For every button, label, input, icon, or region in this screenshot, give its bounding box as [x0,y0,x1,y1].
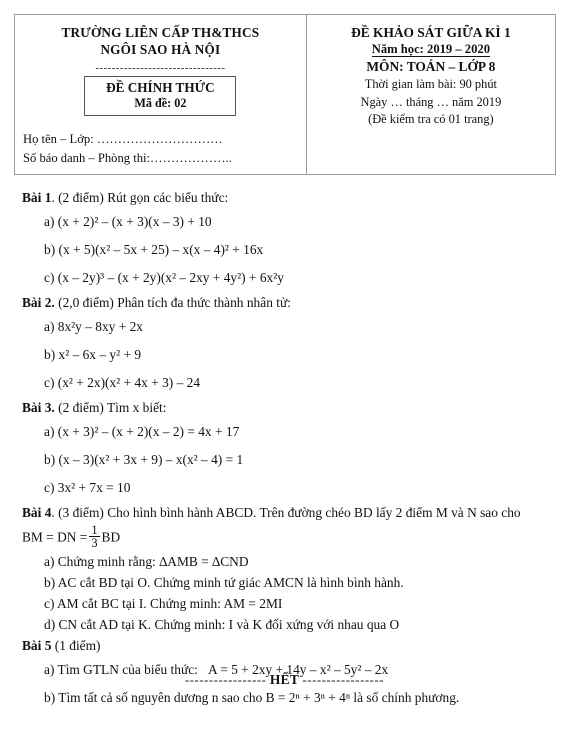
header-dashed-rule: -------------------------------- [95,62,226,74]
problem-3-prompt: Tìm x biết: [106,400,167,415]
problem-2-points: (2,0 điểm) [58,295,114,310]
problem-2-heading: Bài 2. (2,0 điểm) Phân tích đa thức thàn… [22,293,558,312]
problem-5-points: (1 điểm) [54,637,101,653]
problem-2-item-a: a) 8x²y – 8xy + 2x [22,314,558,340]
problem-2-prompt: Phân tích đa thức thành nhân tử: [117,295,291,310]
problem-5-b-expression: B = 2ⁿ + 3ⁿ + 4ⁿ [265,689,351,705]
problem-3-item-b: b) (x – 3)(x² + 3x + 9) – x(x² – 4) = 1 [22,447,558,473]
student-info-block: Họ tên – Lớp: ………………………… Số báo danh – P… [15,116,306,174]
exam-duration: Thời gian làm bài: 90 phút [364,77,497,91]
problem-1-a-marker: a) [44,214,55,229]
problem-5-item-b: b) Tìm tất cả số nguyên dương n sao cho … [22,685,558,711]
exam-page: TRƯỜNG LIÊN CẤP TH&THCS NGÔI SAO HÀ NỘI … [0,0,569,756]
exam-date: Ngày … tháng … năm 2019 [360,94,502,109]
problem-2-a-expression: 8x²y – 8xy + 2x [57,319,143,334]
problem-1-item-b: b) (x + 5)(x² – 5x + 25) – x(x – 4)² + 1… [22,237,558,263]
problem-1-heading: Bài 1. (2 điểm) Rút gọn các biểu thức: [22,188,558,207]
problem-3-c-expression: 3x² + 7x = 10 [57,480,131,495]
fraction-numerator: 1 [91,523,98,537]
problem-4-prompt: Cho hình bình hành ABCD. Trên đường chéo… [107,505,521,520]
problem-4-condition-prefix: BM = DN = [22,529,88,545]
exam-pages-note: (Đề kiểm tra có 01 trang) [368,112,494,126]
problem-1-a-expression: (x + 2)² – (x + 3)(x – 3) + 10 [57,214,212,229]
problem-3-label: Bài 3. [22,400,55,415]
problem-4-points: . (3 điểm) [51,505,104,520]
problem-4-item-a: a) Chứng minh rằng: ∆AMB = ∆CND [44,553,249,569]
header-right-cell: ĐỀ KHẢO SÁT GIỮA KÌ 1 Năm học: 2019 – 20… [305,14,557,175]
problem-3-b-expression: (x – 3)(x² + 3x + 9) – x(x² – 4) = 1 [58,452,244,467]
header-left-cell: TRƯỜNG LIÊN CẤP TH&THCS NGÔI SAO HÀ NỘI … [14,14,307,175]
problem-4-condition-suffix: BD [101,529,121,545]
official-exam-box: ĐỀ CHÍNH THỨC Mã đề: 02 [84,76,237,116]
problem-4-label: Bài 4 [22,505,52,520]
problem-1-prompt: Rút gọn các biểu thức: [107,190,229,205]
problem-1-c-marker: c) [44,270,55,285]
school-year-text: Năm học: 2019 – 2020 [371,42,490,57]
problem-4-item-c: c) AM cắt BC tại I. Chứng minh: AM = 2MI [44,595,283,611]
problem-1-item-a: a) (x + 2)² – (x + 3)(x – 3) + 10 [22,209,558,235]
problem-3-points: (2 điểm) [58,400,104,415]
problem-2-a-marker: a) [44,319,55,334]
problem-4-item-d: d) CN cắt AD tại K. Chứng minh: I và K đ… [44,616,400,632]
problem-1-c-expression: (x – 2y)³ – (x + 2y)(x² – 2xy + 4y²) + 6… [57,270,284,285]
problem-2-item-c: c) (x² + 2x)(x² + 4x + 3) – 24 [22,370,558,396]
exam-footer: ----------------- HẾT ----------------- [0,672,569,688]
problem-2-b-expression: x² – 6x – y² + 9 [58,347,142,362]
problem-3-c-marker: c) [44,480,55,495]
problem-5-b-text-post: là số chính phương. [353,689,460,705]
footer-het-label: HẾT [269,672,300,687]
problem-5-b-text-pre: Tìm tất cả số nguyên dương n sao cho [58,689,263,705]
problem-5-heading: Bài 5 (1 điểm) [22,636,558,655]
problem-3-a-expression: (x + 3)² – (x + 2)(x – 2) = 4x + 17 [57,424,240,439]
exam-title: ĐỀ KHẢO SÁT GIỮA KÌ 1 [351,25,511,40]
exam-code: Mã đề: 02 [134,96,187,110]
problem-4-heading: Bài 4. (3 điểm) Cho hình bình hành ABCD.… [22,503,558,522]
exam-body: Bài 1. (2 điểm) Rút gọn các biểu thức: a… [22,188,558,713]
problem-4-condition: BM = DN = 1 3 BD [22,524,558,550]
fraction-one-third: 13 [89,523,100,551]
fraction-denominator: 3 [89,536,100,551]
school-year: Năm học: 2019 – 2020 [307,41,555,58]
problem-2-label: Bài 2. [22,295,55,310]
problem-1-b-expression: (x + 5)(x² – 5x + 25) – x(x – 4)² + 16x [58,242,264,257]
exam-header-table: TRƯỜNG LIÊN CẤP TH&THCS NGÔI SAO HÀ NỘI … [14,14,557,175]
problem-1-label: Bài 1 [22,190,52,205]
problem-2-c-expression: (x² + 2x)(x² + 4x + 3) – 24 [57,375,201,390]
problem-5-b-marker: b) [44,689,56,705]
problem-2-c-marker: c) [44,375,55,390]
exam-subject: MÔN: TOÁN – LỚP 8 [366,59,496,74]
problem-1-b-marker: b) [44,242,56,257]
footer-left-dashes: ----------------- [184,673,267,687]
student-id-field[interactable]: Số báo danh – Phòng thi:……………….. [23,149,306,168]
problem-5-label: Bài 5 [22,637,52,653]
problem-3-item-a: a) (x + 3)² – (x + 2)(x – 2) = 4x + 17 [22,419,558,445]
problem-3-b-marker: b) [44,452,56,467]
footer-right-dashes: ----------------- [302,673,385,687]
school-name-line2: NGÔI SAO HÀ NỘI [100,42,221,57]
student-name-field[interactable]: Họ tên – Lớp: ………………………… [23,130,306,149]
problem-2-item-b: b) x² – 6x – y² + 9 [22,342,558,368]
school-name-line1: TRƯỜNG LIÊN CẤP TH&THCS [61,25,260,40]
problem-2-b-marker: b) [44,347,56,362]
problem-1-item-c: c) (x – 2y)³ – (x + 2y)(x² – 2xy + 4y²) … [22,265,558,291]
problem-3-heading: Bài 3. (2 điểm) Tìm x biết: [22,398,558,417]
problem-4-item-b: b) AC cắt BD tại O. Chứng minh tứ giác A… [44,574,404,590]
problem-3-a-marker: a) [44,424,55,439]
problem-3-item-c: c) 3x² + 7x = 10 [22,475,558,501]
official-exam-title: ĐỀ CHÍNH THỨC [106,80,215,95]
problem-1-points: . (2 điểm) [51,190,104,205]
